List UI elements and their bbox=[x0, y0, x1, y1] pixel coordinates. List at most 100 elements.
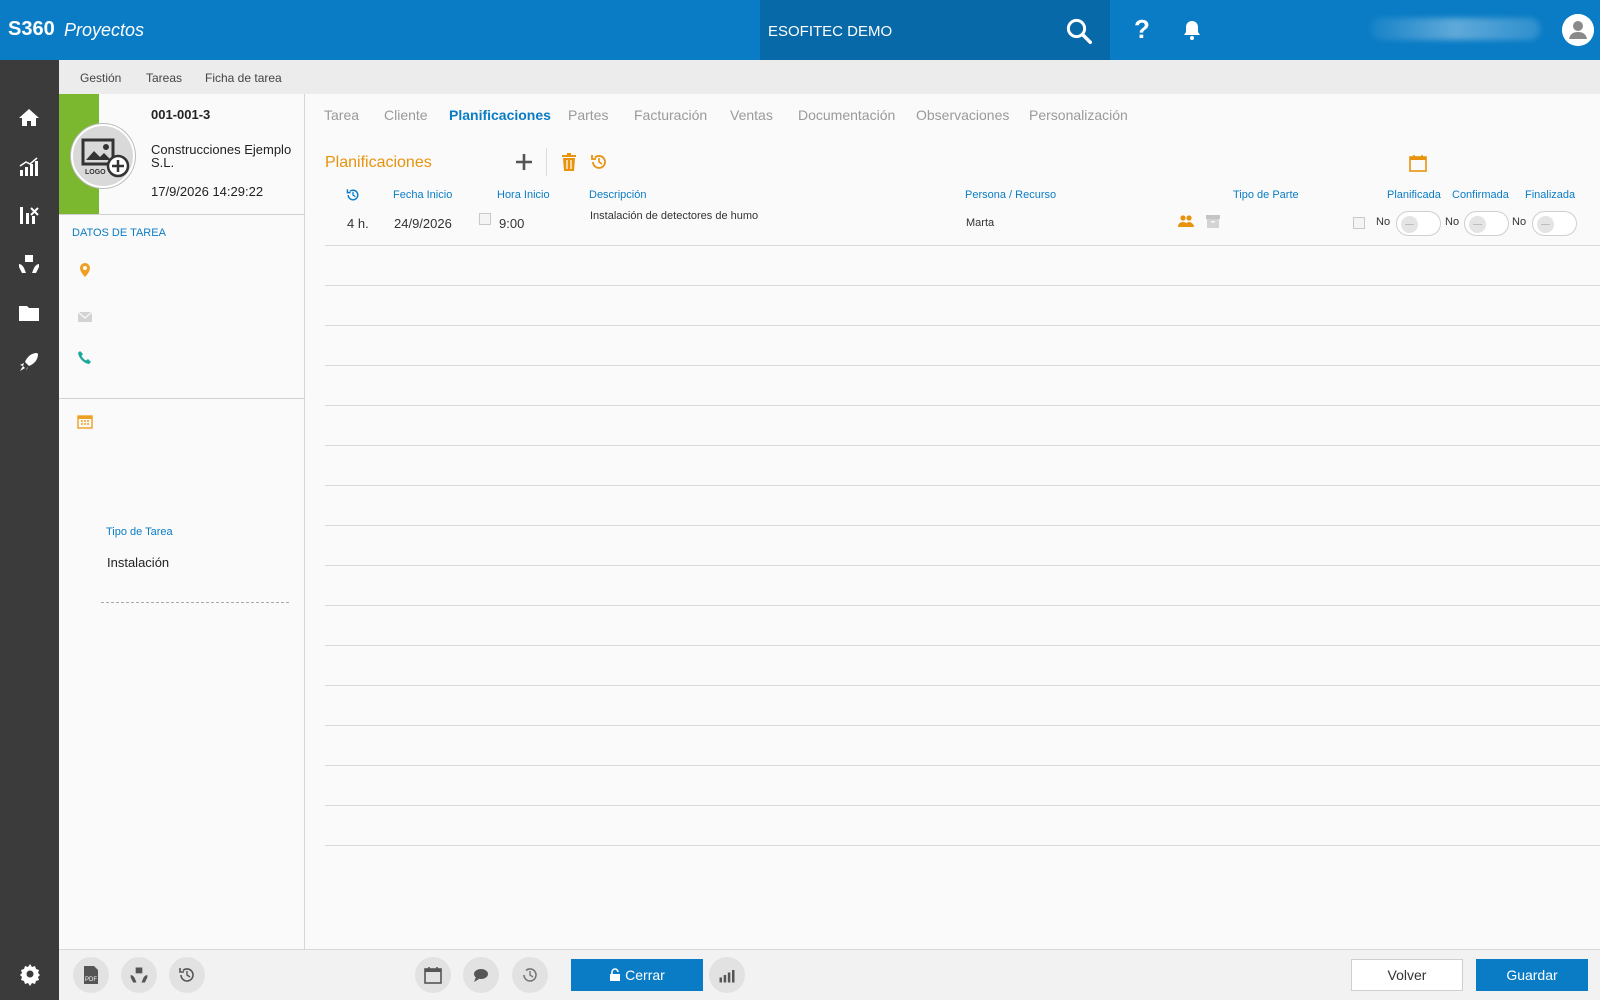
section-title: Planificaciones bbox=[325, 154, 432, 171]
stats-icon[interactable] bbox=[17, 155, 41, 179]
history-button[interactable] bbox=[169, 957, 205, 993]
row-divider bbox=[325, 645, 1600, 646]
chat-bubble-icon bbox=[474, 969, 488, 982]
comments-button[interactable] bbox=[463, 957, 499, 993]
tab-observaciones[interactable]: Observaciones bbox=[916, 107, 1009, 123]
company-name: ESOFITEC DEMO bbox=[768, 23, 893, 40]
home-icon[interactable] bbox=[17, 106, 41, 130]
user-avatar-icon[interactable] bbox=[1562, 14, 1594, 46]
main-nav bbox=[0, 60, 59, 1000]
col-hora-inicio[interactable]: Hora Inicio bbox=[497, 189, 550, 201]
planificada-toggle[interactable] bbox=[1396, 211, 1441, 236]
task-type-underline bbox=[101, 602, 289, 603]
add-logo-icon: LOGO bbox=[81, 138, 130, 178]
col-tipo-parte[interactable]: Tipo de Parte bbox=[1233, 189, 1299, 201]
tab-ventas[interactable]: Ventas bbox=[730, 107, 773, 123]
service-button[interactable] bbox=[121, 957, 157, 993]
breadcrumb-ficha-tarea[interactable]: Ficha de tarea bbox=[205, 71, 282, 85]
task-type-value[interactable]: Instalación bbox=[107, 555, 169, 570]
bell-icon[interactable] bbox=[1180, 18, 1204, 42]
calendar-button[interactable] bbox=[415, 957, 451, 993]
logo-placeholder-text: LOGO bbox=[85, 169, 106, 176]
calendar-icon[interactable] bbox=[77, 413, 93, 429]
calendar-view-icon[interactable] bbox=[1408, 153, 1428, 173]
task-type-label: Tipo de Tarea bbox=[106, 526, 173, 538]
toolbar-separator bbox=[546, 148, 547, 176]
top-bar: S360 Proyectos ESOFITEC DEMO ? bbox=[0, 0, 1600, 60]
user-name-blurred[interactable] bbox=[1370, 18, 1540, 40]
history-icon bbox=[179, 968, 194, 982]
task-datetime: 17/9/2026 14:29:22 bbox=[151, 184, 264, 199]
tab-tarea[interactable]: Tarea bbox=[324, 107, 359, 123]
pdf-button[interactable]: PDF bbox=[73, 957, 109, 993]
client-logo-placeholder[interactable]: LOGO bbox=[71, 124, 135, 188]
tab-documentacion[interactable]: Documentación bbox=[798, 107, 895, 123]
hands-service-icon[interactable] bbox=[17, 252, 41, 276]
confirmada-toggle[interactable] bbox=[1464, 211, 1509, 236]
row-divider bbox=[325, 725, 1600, 726]
tab-partes[interactable]: Partes bbox=[568, 107, 608, 123]
row-divider bbox=[325, 325, 1600, 326]
row-fecha[interactable]: 24/9/2026 bbox=[394, 216, 452, 231]
settings-gear-icon[interactable] bbox=[18, 962, 42, 986]
archive-icon[interactable] bbox=[1205, 213, 1221, 229]
tab-personalizacion[interactable]: Personalización bbox=[1029, 107, 1128, 123]
col-persona-recurso[interactable]: Persona / Recurso bbox=[965, 189, 1056, 201]
search-icon[interactable] bbox=[1064, 16, 1094, 46]
close-task-label: Cerrar bbox=[625, 967, 665, 983]
email-icon[interactable] bbox=[77, 309, 93, 325]
col-fecha-inicio[interactable]: Fecha Inicio bbox=[393, 189, 452, 201]
add-icon[interactable] bbox=[514, 152, 534, 172]
hands-service-icon bbox=[130, 967, 148, 983]
col-confirmada[interactable]: Confirmada bbox=[1452, 189, 1509, 201]
tab-facturacion[interactable]: Facturación bbox=[634, 107, 707, 123]
help-icon[interactable]: ? bbox=[1130, 14, 1154, 45]
save-button[interactable]: Guardar bbox=[1476, 959, 1588, 991]
back-button[interactable]: Volver bbox=[1351, 959, 1463, 991]
row-select-checkbox[interactable] bbox=[1353, 217, 1365, 229]
row-divider bbox=[325, 245, 1600, 246]
col-planificada[interactable]: Planificada bbox=[1387, 189, 1441, 201]
chart-tools-icon[interactable] bbox=[17, 203, 41, 227]
row-divider bbox=[325, 845, 1600, 846]
close-task-button[interactable]: Cerrar bbox=[571, 959, 703, 991]
trash-icon[interactable] bbox=[559, 152, 579, 172]
clock-history-icon bbox=[523, 968, 537, 982]
pdf-icon: PDF bbox=[84, 966, 98, 984]
time-log-button[interactable] bbox=[512, 957, 548, 993]
module-name: Proyectos bbox=[64, 20, 145, 40]
unlock-icon bbox=[610, 968, 621, 981]
app-brand: S360 bbox=[8, 18, 55, 40]
rocket-icon[interactable] bbox=[17, 350, 41, 374]
row-divider bbox=[325, 525, 1600, 526]
row-divider bbox=[325, 445, 1600, 446]
row-hora[interactable]: 9:00 bbox=[499, 216, 524, 231]
row-descripcion[interactable]: Instalación de detectores de humo bbox=[590, 210, 758, 222]
location-pin-icon[interactable] bbox=[77, 262, 93, 278]
col-descripcion[interactable]: Descripción bbox=[589, 189, 646, 201]
finalizada-toggle[interactable] bbox=[1532, 211, 1577, 236]
all-day-checkbox[interactable] bbox=[479, 213, 491, 225]
task-data-title: DATOS DE TAREA bbox=[72, 227, 166, 239]
tab-cliente[interactable]: Cliente bbox=[384, 107, 428, 123]
people-icon[interactable] bbox=[1178, 213, 1194, 229]
phone-icon[interactable] bbox=[77, 350, 93, 366]
row-divider bbox=[325, 405, 1600, 406]
duration-clock-icon bbox=[346, 189, 359, 201]
breadcrumb-gestion[interactable]: Gestión bbox=[80, 71, 121, 85]
client-name: Construcciones Ejemplo S.L. bbox=[151, 142, 292, 170]
tab-planificaciones[interactable]: Planificaciones bbox=[449, 107, 551, 123]
stats-icon bbox=[719, 970, 735, 983]
task-summary-panel: LOGO 001-001-3 Construcciones Ejemplo S.… bbox=[59, 94, 305, 949]
finalizada-value: No bbox=[1512, 216, 1527, 228]
company-selector[interactable]: ESOFITEC DEMO bbox=[760, 0, 1110, 60]
stats-button[interactable] bbox=[709, 957, 745, 993]
history-icon[interactable] bbox=[589, 152, 609, 172]
row-divider bbox=[325, 285, 1600, 286]
divider bbox=[59, 398, 305, 399]
folder-icon[interactable] bbox=[17, 301, 41, 325]
breadcrumb-tareas[interactable]: Tareas bbox=[146, 71, 182, 85]
row-divider bbox=[325, 685, 1600, 686]
col-finalizada[interactable]: Finalizada bbox=[1525, 189, 1575, 201]
row-persona[interactable]: Marta bbox=[966, 217, 994, 229]
